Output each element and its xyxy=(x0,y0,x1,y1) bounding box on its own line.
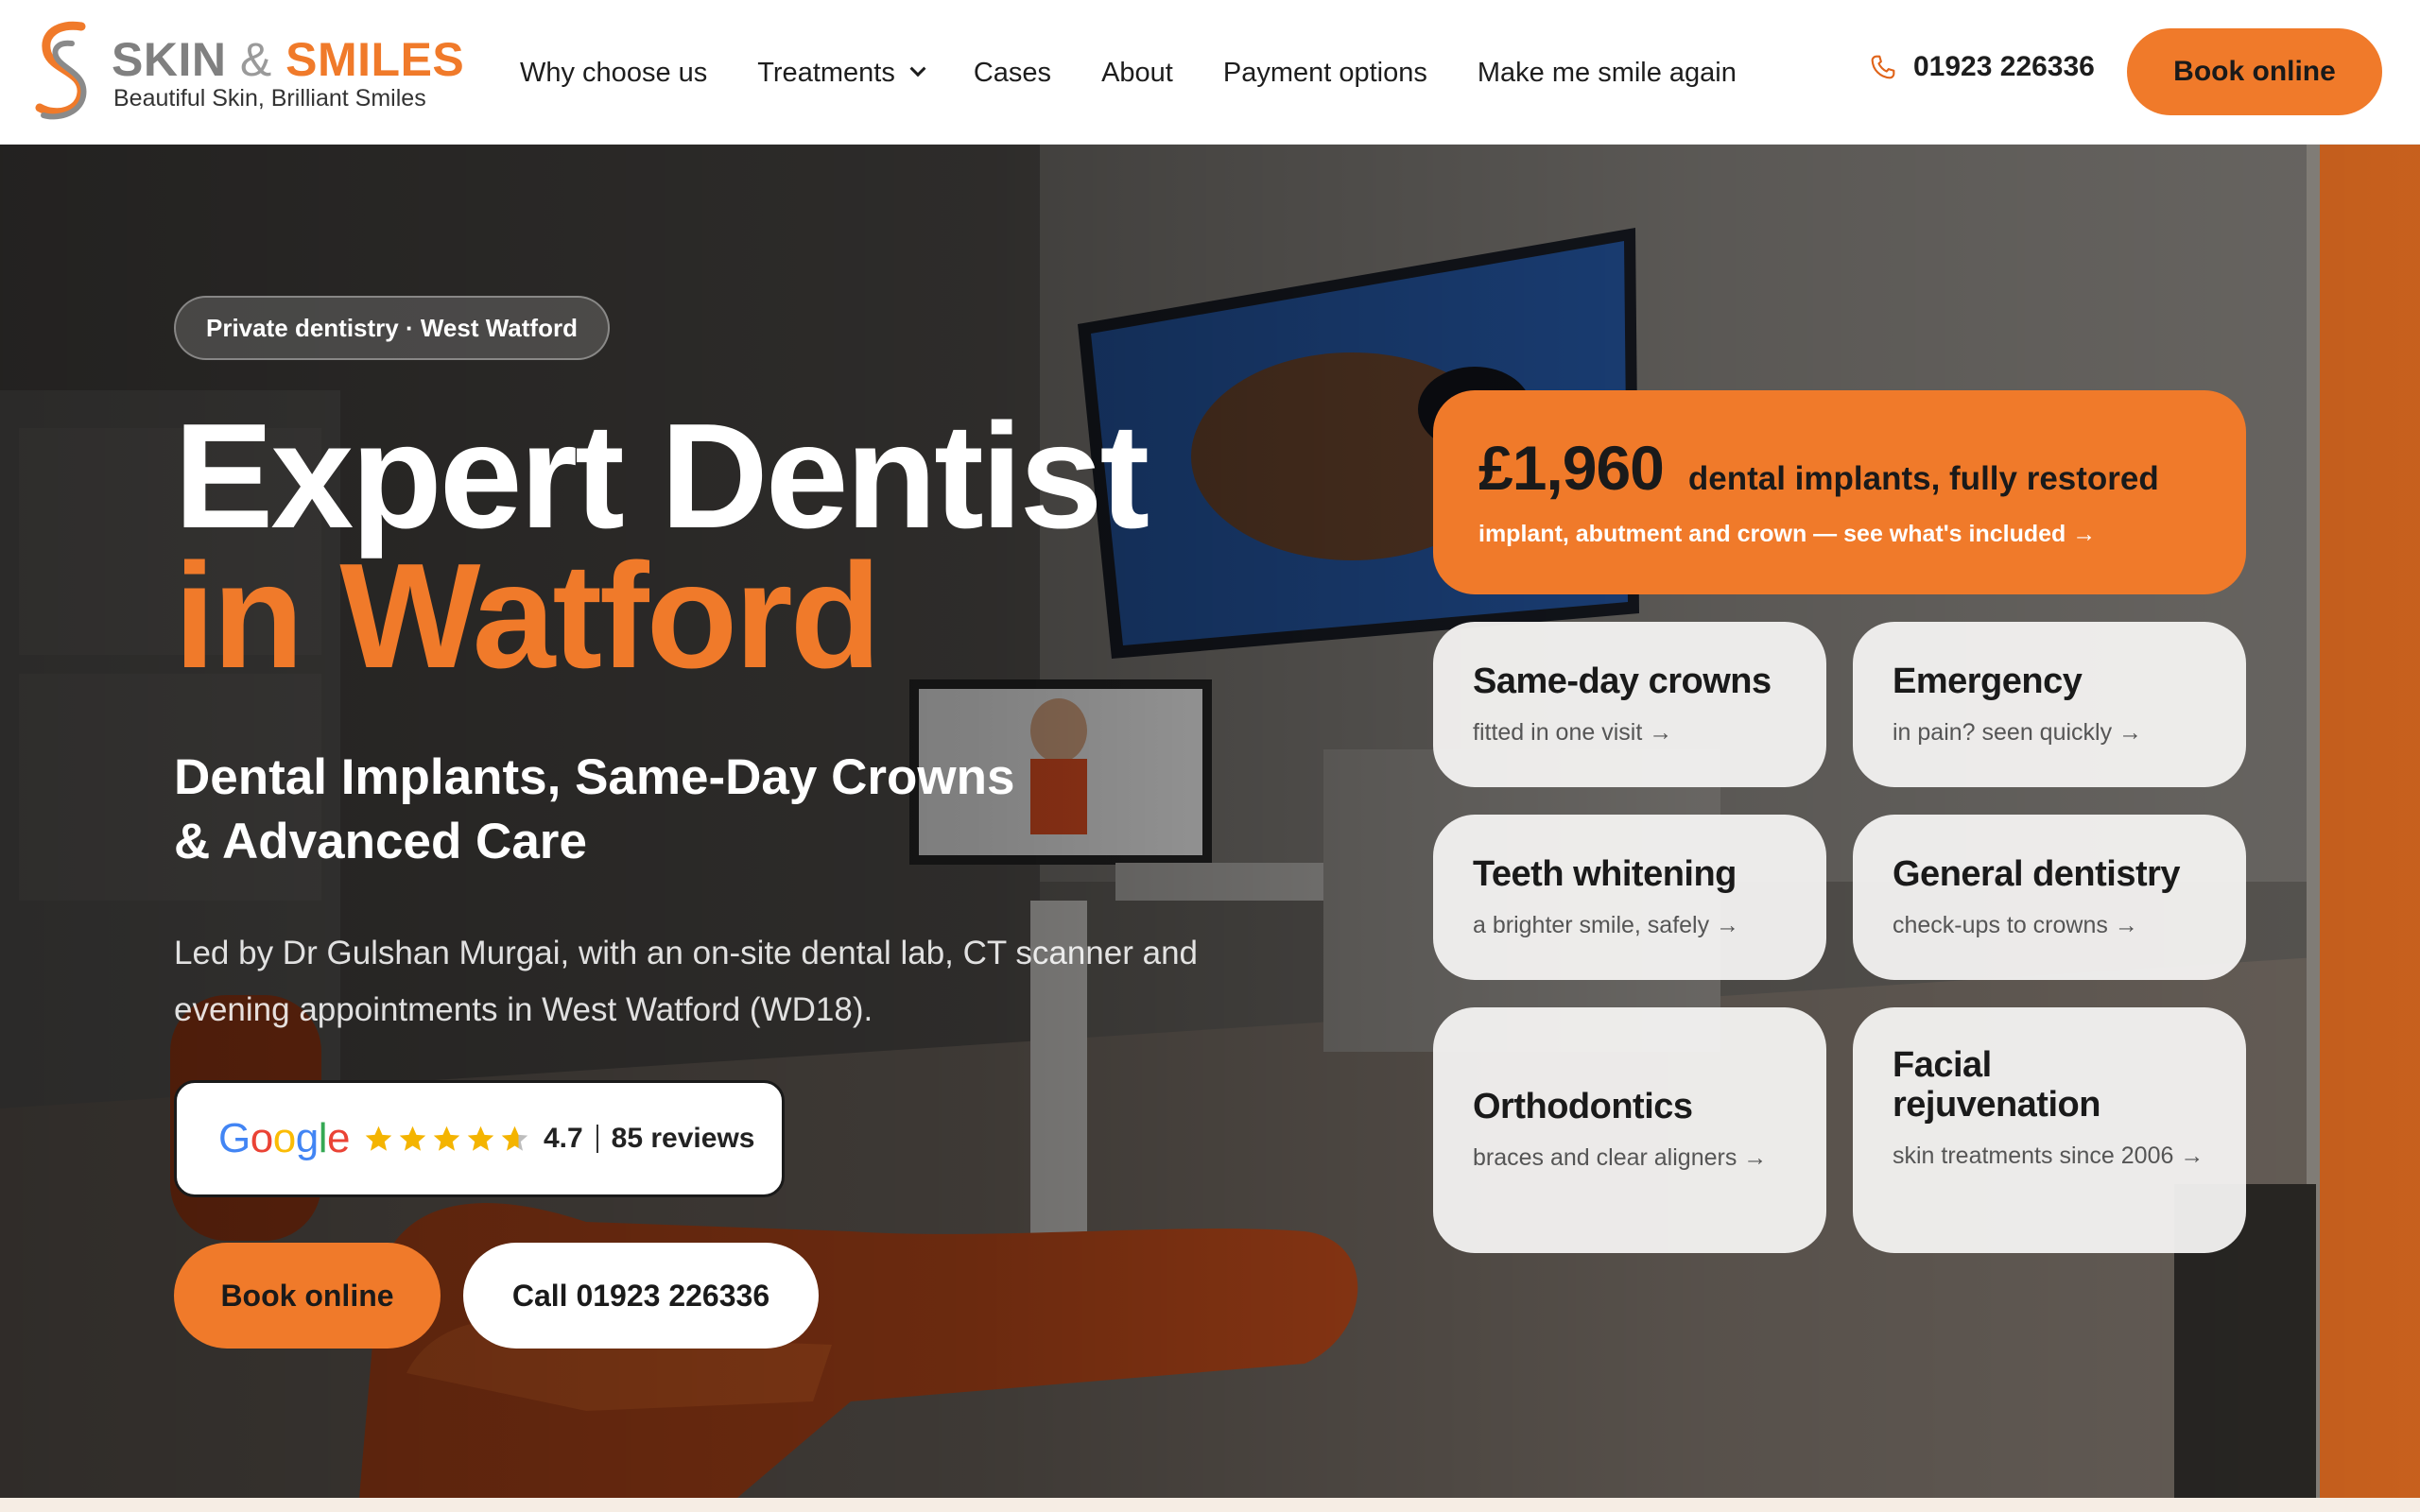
service-card-same-day-crowns[interactable]: Same-day crowns fitted in one visit → xyxy=(1433,622,1826,787)
hero-heading-line2: in Watford xyxy=(174,533,881,699)
rating-value: 4.7 xyxy=(543,1123,583,1154)
service-card-subtitle: braces and clear aligners → xyxy=(1473,1144,1768,1171)
hero-lead-text: Led by Dr Gulshan Murgai, with an on-sit… xyxy=(174,935,1199,1028)
star-icon xyxy=(365,1125,392,1151)
rating-stars xyxy=(363,1124,530,1155)
site-header: SKIN & SMILES Beautiful Skin, Brilliant … xyxy=(0,0,2420,145)
chevron-down-icon xyxy=(909,60,926,77)
service-card-title: Facial rejuvenation xyxy=(1893,1045,2100,1125)
offer-title: dental implants, fully restored xyxy=(1687,460,2159,497)
nav-item-payment-options[interactable]: Payment options xyxy=(1223,58,1427,89)
nav-item-why-choose-us[interactable]: Why choose us xyxy=(520,58,707,89)
google-logo: Google xyxy=(218,1115,350,1161)
nav-item-label: Treatments xyxy=(757,57,895,88)
service-card-title: Teeth whitening xyxy=(1473,854,1737,894)
hero-book-online-button[interactable]: Book online xyxy=(174,1243,441,1349)
service-card-facial-rejuvenation[interactable]: Facial rejuvenation skin treatments sinc… xyxy=(1853,1007,2246,1253)
implant-offer-card[interactable]: £1,960 dental implants, fully restored i… xyxy=(1433,390,2246,594)
service-card-subtitle: in pain? seen quickly → xyxy=(1893,719,2143,746)
nav-item-about[interactable]: About xyxy=(1101,58,1173,89)
header-phone-number: 01923 226336 xyxy=(1913,51,2095,82)
service-card-title: General dentistry xyxy=(1893,854,2181,894)
service-card-subtitle: skin treatments since 2006 → xyxy=(1893,1143,2204,1169)
star-icon xyxy=(433,1125,460,1151)
header-phone-link[interactable]: 01923 226336 xyxy=(1868,51,2095,83)
hero-call-button[interactable]: Call 01923 226336 xyxy=(463,1243,819,1349)
offer-headline: £1,960 dental implants, fully restored xyxy=(1478,432,2246,504)
review-count: 85 reviews xyxy=(611,1123,755,1154)
service-card-title: Emergency xyxy=(1893,662,2083,701)
service-card-emergency[interactable]: Emergency in pain? seen quickly → xyxy=(1853,622,2246,787)
next-section-edge xyxy=(0,1498,2420,1512)
logo-s-mark-icon xyxy=(35,21,87,120)
offer-price: £1,960 xyxy=(1478,433,1665,503)
main-nav: Why choose us Treatments Cases About Pay… xyxy=(520,47,1737,98)
google-reviews-badge[interactable]: Google 4.7 85 reviews xyxy=(174,1080,785,1197)
brand-name: SKIN & SMILES xyxy=(112,33,465,86)
service-card-title: Same-day crowns xyxy=(1473,662,1772,701)
service-card-subtitle: a brighter smile, safely → xyxy=(1473,912,1740,938)
nav-item-cases[interactable]: Cases xyxy=(974,58,1051,89)
offer-subtitle: implant, abutment and crown — see what's… xyxy=(1478,521,2097,547)
divider xyxy=(596,1125,598,1153)
hero-heading-line1: Expert Dentist xyxy=(174,393,1150,559)
nav-item-make-me-smile-again[interactable]: Make me smile again xyxy=(1478,58,1737,89)
brand-tagline: Beautiful Skin, Brilliant Smiles xyxy=(113,85,426,112)
hero-subheading: Dental Implants, Same-Day Crowns & Advan… xyxy=(174,749,1015,869)
service-card-subtitle: fitted in one visit → xyxy=(1473,719,1673,746)
nav-item-treatments[interactable]: Treatments xyxy=(757,57,926,89)
phone-icon xyxy=(1871,55,1895,79)
service-card-subtitle: check-ups to crowns → xyxy=(1893,912,2138,938)
service-card-teeth-whitening[interactable]: Teeth whitening a brighter smile, safely… xyxy=(1433,815,1826,980)
location-pill: Private dentistry · West Watford xyxy=(174,296,610,360)
header-book-online-button[interactable]: Book online xyxy=(2127,28,2382,115)
service-card-title: Orthodontics xyxy=(1473,1087,1693,1126)
hero-section: Private dentistry · West Watford Expert … xyxy=(0,145,2420,1498)
star-icon xyxy=(399,1125,426,1151)
brand-logo[interactable]: SKIN & SMILES Beautiful Skin, Brilliant … xyxy=(34,21,464,123)
service-card-general-dentistry[interactable]: General dentistry check-ups to crowns → xyxy=(1853,815,2246,980)
service-card-orthodontics[interactable]: Orthodontics braces and clear aligners → xyxy=(1433,1007,1826,1253)
star-partial-icon xyxy=(501,1125,528,1151)
star-icon xyxy=(467,1125,494,1151)
